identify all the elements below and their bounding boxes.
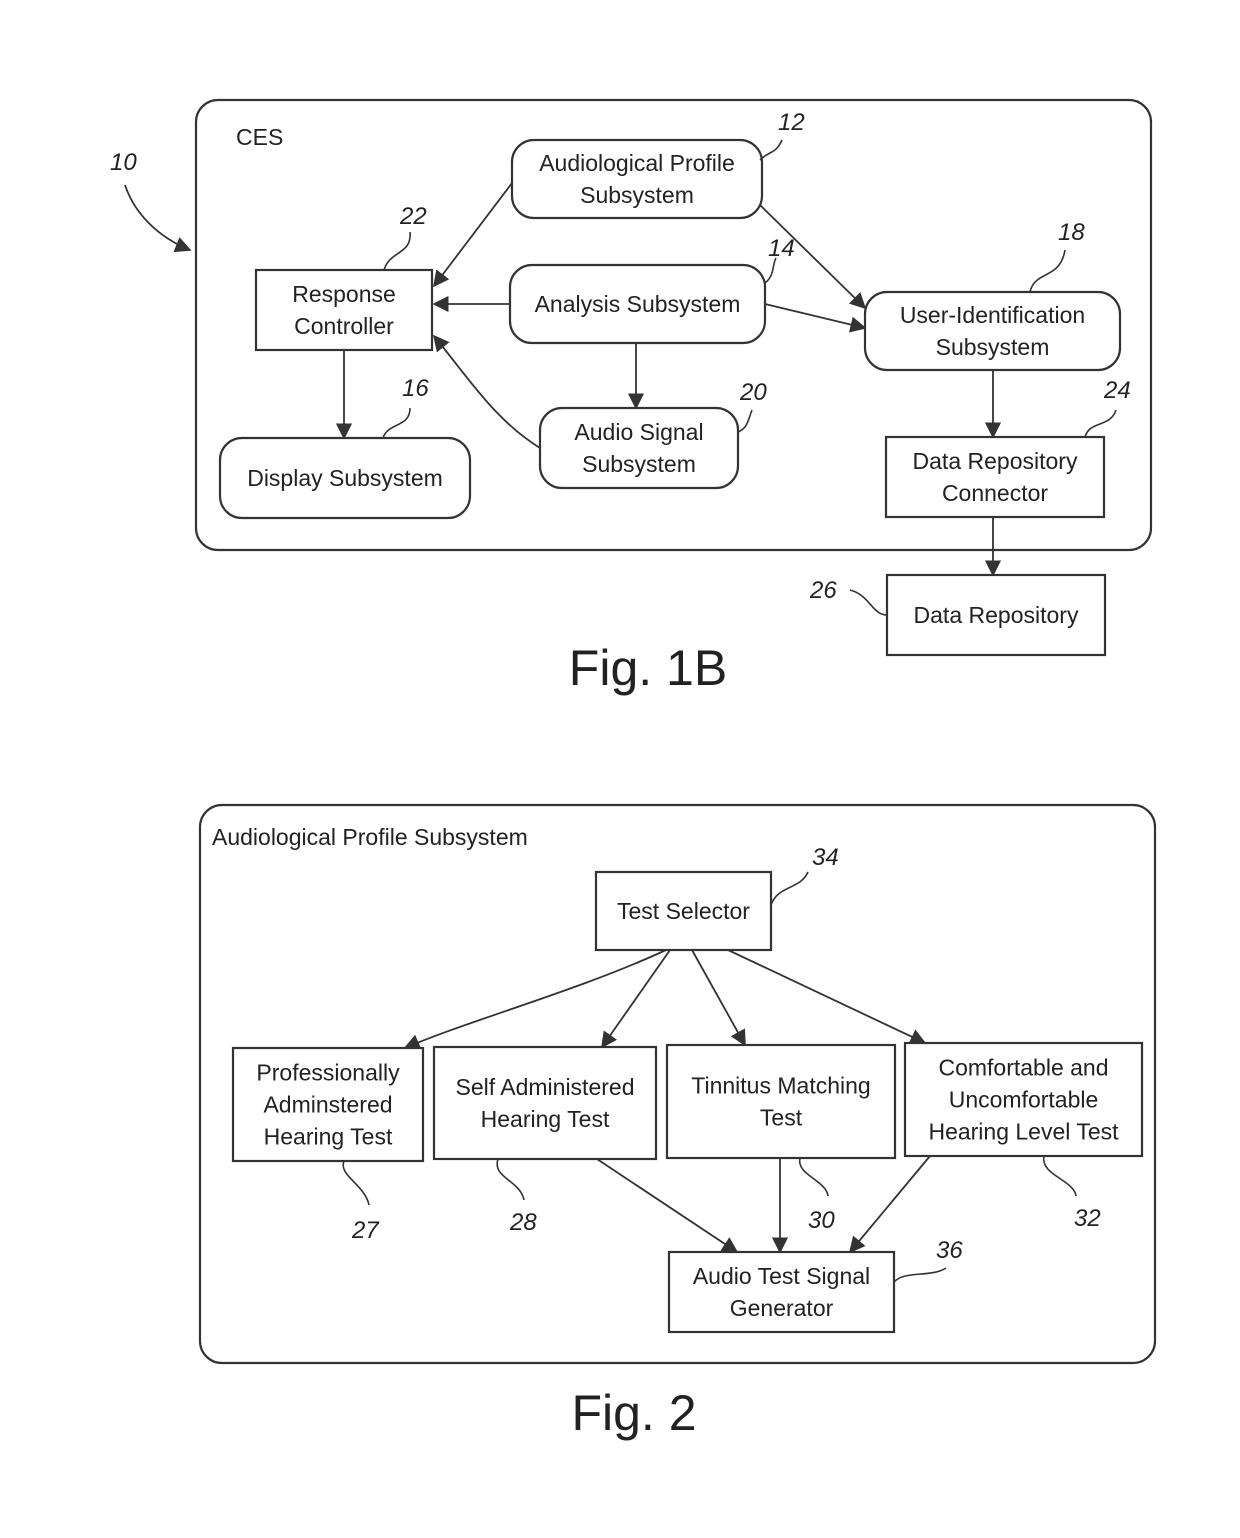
- edge-audiological-profile-to-response-controller: [433, 182, 513, 288]
- node-label-line: Test: [760, 1105, 803, 1131]
- node-user-identification: User-Identification Subsystem: [863, 290, 1122, 372]
- ref-numeral-analysis: 14: [768, 235, 795, 262]
- fig1b-caption: Fig. 1B: [569, 640, 727, 696]
- patent-drawing-sheet: Audiological Profile Subsystem Analysis Su…: [110, 98, 1157, 1441]
- ref-numeral-signal-generator: 36: [936, 1237, 963, 1264]
- node-label-line: Data Repository: [914, 602, 1079, 628]
- node-data-repository-connector: Data Repository Connector: [884, 435, 1106, 519]
- edge-comfort-test-to-signal-generator: [848, 1155, 931, 1254]
- node-test-selector: Test Selector: [594, 870, 773, 952]
- ref-numeral-tinnitus-test: 30: [808, 1207, 835, 1234]
- fig1b-container-label: CES: [236, 124, 283, 150]
- node-professional-test: Professionally Adminstered Hearing Test: [231, 1046, 425, 1163]
- node-label-line: Self Administered: [456, 1074, 635, 1100]
- node-audiological-profile: Audiological Profile Subsystem: [510, 138, 764, 220]
- node-label-line: Audiological Profile: [539, 150, 735, 176]
- node-display: Display Subsystem: [218, 436, 472, 520]
- ref-leader-line: [382, 407, 411, 439]
- ref-leader-line: [1084, 409, 1117, 438]
- edge-test-selector-to-tinnitus-test: [691, 949, 746, 1047]
- node-label-line: Uncomfortable: [949, 1087, 1099, 1113]
- node-label-line: Professionally: [256, 1060, 400, 1086]
- node-label-line: Subsystem: [936, 334, 1050, 360]
- ref-leader-line: [770, 871, 809, 906]
- node-label-line: Subsystem: [580, 182, 694, 208]
- node-label-line: User-Identification: [900, 302, 1085, 328]
- ref-numeral-data-repository: 26: [809, 577, 837, 604]
- fig2-caption: Fig. 2: [571, 1385, 696, 1441]
- ref-numeral-audiological-profile: 12: [778, 109, 805, 136]
- node-audio-signal: Audio Signal Subsystem: [538, 406, 740, 490]
- node-label-line: Connector: [942, 480, 1048, 506]
- edge-self-test-to-signal-generator: [596, 1158, 739, 1253]
- node-label-line: Subsystem: [582, 451, 696, 477]
- node-label-line: Audio Signal: [574, 419, 703, 445]
- ref-leader-line: [799, 1157, 829, 1197]
- node-tinnitus-test: Tinnitus Matching Test: [665, 1043, 897, 1160]
- node-label-line: Response: [292, 281, 396, 307]
- fig2-container-label: Audiological Profile Subsystem: [212, 824, 528, 850]
- node-label-line: Tinnitus Matching: [691, 1073, 870, 1099]
- ref-numeral-audio-signal: 20: [739, 379, 767, 406]
- node-label-line: Generator: [730, 1295, 834, 1321]
- ref-numeral-self-test: 28: [509, 1209, 537, 1236]
- node-data-repository: Data Repository: [885, 573, 1107, 657]
- edge-test-selector-to-professional-test: [403, 949, 667, 1050]
- ref-numeral-comfort-test: 32: [1074, 1205, 1101, 1232]
- node-analysis: Analysis Subsystem: [508, 263, 767, 345]
- node-label-line: Comfortable and: [938, 1055, 1108, 1081]
- ref-leader-line: [893, 1267, 947, 1283]
- node-signal-generator: Audio Test Signal Generator: [667, 1250, 896, 1334]
- node-label-line: Audio Test Signal: [693, 1263, 870, 1289]
- ref-leader-line: [1029, 249, 1066, 293]
- node-response-controller: Response Controller: [254, 268, 434, 352]
- fig1b-container-ref-numeral: 10: [110, 149, 137, 176]
- fig1b-container-ref-arrow: [124, 184, 192, 253]
- node-box: [665, 1043, 897, 1160]
- ref-leader-line: [342, 1160, 370, 1206]
- ref-leader-line: [496, 1158, 525, 1201]
- ref-leader-line: [737, 409, 753, 433]
- node-label-line: Adminstered: [263, 1092, 392, 1118]
- node-label-line: Controller: [294, 313, 394, 339]
- node-label-line: Display Subsystem: [247, 465, 443, 491]
- edge-analysis-to-user-identification: [764, 303, 867, 333]
- ref-leader-line: [759, 139, 783, 161]
- ref-numeral-response-controller: 22: [399, 203, 427, 230]
- ref-leader-line: [849, 589, 888, 616]
- ref-numeral-data-repository-connector: 24: [1103, 377, 1131, 404]
- node-label-line: Data Repository: [913, 448, 1078, 474]
- node-label-line: Test Selector: [617, 898, 750, 924]
- node-box: [432, 1045, 658, 1161]
- edge-test-selector-to-comfort-test: [727, 949, 927, 1045]
- node-label-line: Hearing Level Test: [928, 1119, 1119, 1145]
- ref-numeral-user-identification: 18: [1058, 219, 1085, 246]
- node-self-test: Self Administered Hearing Test: [432, 1045, 658, 1161]
- ref-numeral-professional-test: 27: [351, 1217, 380, 1244]
- ref-leader-line: [1043, 1155, 1077, 1197]
- ref-numeral-test-selector: 34: [812, 844, 839, 871]
- node-label-line: Analysis Subsystem: [535, 291, 741, 317]
- edge-test-selector-to-self-test: [601, 949, 671, 1049]
- ref-numeral-display: 16: [402, 375, 429, 402]
- node-label-line: Hearing Test: [264, 1124, 393, 1150]
- ref-leader-line: [383, 231, 411, 271]
- node-comfort-test: Comfortable and Uncomfortable Hearing Leve…: [903, 1041, 1144, 1158]
- node-label-line: Hearing Test: [481, 1106, 610, 1132]
- edge-audio-signal-to-response-controller: [432, 334, 541, 449]
